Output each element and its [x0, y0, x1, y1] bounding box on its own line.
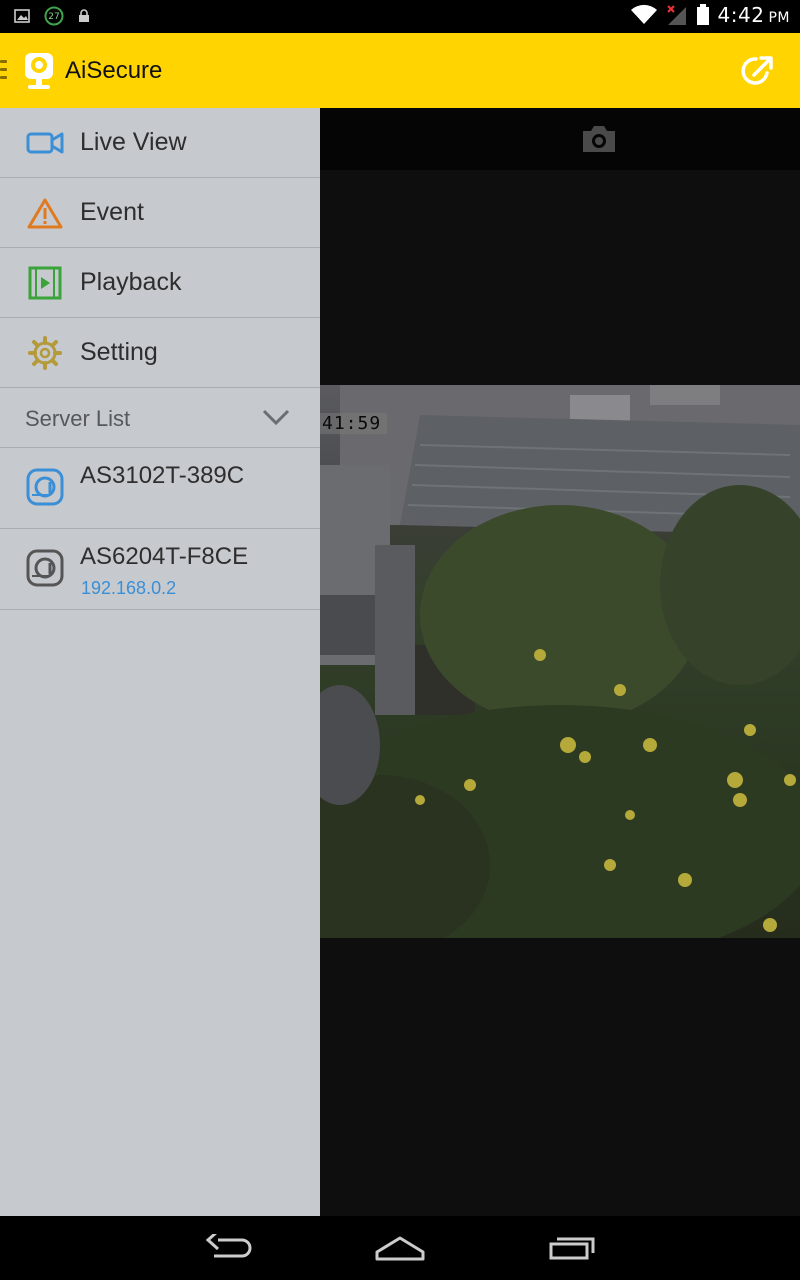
nav-item-setting[interactable]: Setting: [0, 318, 320, 388]
app-logo-icon[interactable]: [22, 51, 56, 95]
clock-ampm: PM: [768, 10, 790, 26]
home-icon: [375, 1236, 425, 1261]
nas-server-icon: [26, 549, 64, 591]
share-button[interactable]: [740, 53, 776, 93]
back-button[interactable]: [205, 1229, 254, 1266]
clock-time: 4:42: [717, 3, 765, 27]
video-camera-icon: [26, 124, 64, 162]
live-toolbar: [320, 108, 800, 170]
nav-label-playback: Playback: [80, 268, 182, 296]
video-timestamp: 41:59: [320, 413, 388, 434]
back-icon: [205, 1229, 252, 1258]
navigation-drawer: Live View Event Playback Setting Server …: [0, 108, 320, 1216]
app-bar: AiSecure: [0, 33, 800, 108]
warning-icon: [26, 194, 64, 232]
live-video-feed[interactable]: 41:59: [320, 385, 800, 938]
notification-count: 27: [48, 11, 60, 22]
server-list-label: Server List: [25, 406, 131, 431]
nav-item-event[interactable]: Event: [0, 178, 320, 248]
server-list-header[interactable]: Server List: [0, 388, 320, 448]
battery-icon: [696, 4, 710, 26]
clock: 4:42 PM: [718, 3, 790, 27]
wifi-icon: [630, 4, 658, 26]
server-item[interactable]: AS3102T-389C: [0, 448, 320, 529]
system-navigation-bar: [0, 1216, 800, 1280]
signal-no-service-icon: [666, 4, 688, 26]
image-notification-icon: [14, 9, 30, 23]
share-icon: [741, 56, 773, 85]
server-ip: 192.168.0.2: [81, 578, 177, 598]
snapshot-button[interactable]: [580, 124, 618, 158]
camera-icon: [583, 126, 615, 152]
server-name: AS3102T-389C: [80, 462, 245, 489]
film-play-icon: [26, 264, 64, 302]
video-frame: [320, 385, 800, 938]
gear-icon: [26, 334, 64, 372]
server-name: AS6204T-F8CE: [80, 543, 249, 570]
chevron-down-icon[interactable]: [262, 408, 290, 430]
nav-label-event: Event: [80, 198, 144, 226]
status-bar: 27 4:42 PM: [0, 0, 800, 33]
lock-icon: [78, 9, 90, 23]
nav-label-live-view: Live View: [80, 128, 187, 156]
recent-apps-icon: [549, 1237, 595, 1260]
server-item[interactable]: AS6204T-F8CE 192.168.0.2: [0, 529, 320, 610]
home-button[interactable]: [374, 1234, 426, 1266]
app-title: AiSecure: [65, 57, 163, 84]
nas-server-icon: [26, 468, 64, 510]
notification-badge: 27: [44, 6, 64, 26]
nav-item-live-view[interactable]: Live View: [0, 108, 320, 178]
nav-item-playback[interactable]: Playback: [0, 248, 320, 318]
drawer-indicator-icon[interactable]: [0, 60, 7, 84]
nav-label-setting: Setting: [80, 338, 158, 366]
recent-apps-button[interactable]: [548, 1234, 596, 1266]
